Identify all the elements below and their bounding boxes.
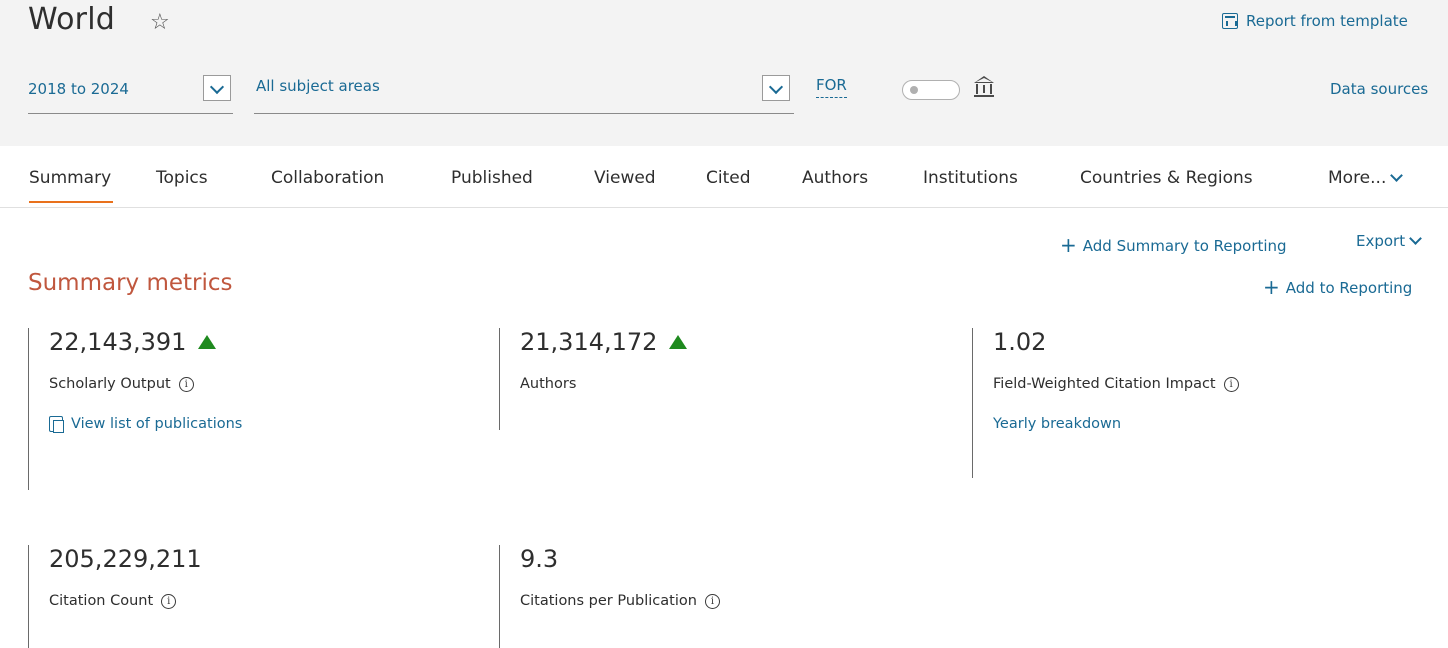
metric-label-row: Citation Count i [49, 593, 202, 609]
metric-label-row: Citations per Publication i [520, 593, 720, 609]
tab-summary[interactable]: Summary [29, 168, 114, 203]
tab-viewed[interactable]: Viewed [594, 168, 656, 188]
export-button[interactable]: Export [1356, 232, 1422, 250]
metric-label: Citations per Publication [520, 593, 697, 609]
page-title: World [28, 2, 115, 37]
metric-scholarly-output: 22,143,391 Scholarly Output i View list … [28, 328, 242, 490]
view-publications-label: View list of publications [71, 416, 243, 432]
info-icon[interactable]: i [704, 593, 720, 609]
plus-icon: + [1263, 275, 1280, 299]
metric-label-row: Field-Weighted Citation Impact i [993, 376, 1239, 392]
data-sources-link[interactable]: Data sources [1330, 80, 1428, 98]
metric-citations-per-publication: 9.3 Citations per Publication i [499, 545, 720, 648]
metric-authors: 21,314,172 Authors [499, 328, 688, 430]
info-icon[interactable]: i [1223, 376, 1239, 392]
header-panel: World ☆ Report from template 2018 to 202… [0, 0, 1448, 146]
metric-label: Citation Count [49, 593, 154, 609]
info-icon[interactable]: i [178, 376, 194, 392]
metric-value: 22,143,391 [49, 328, 187, 356]
export-label: Export [1356, 232, 1406, 250]
metric-label: Field-Weighted Citation Impact [993, 376, 1216, 392]
year-range-dropdown-chevron-icon[interactable] [203, 75, 231, 101]
metric-citation-count: 205,229,211 Citation Count i [28, 545, 202, 648]
add-summary-label: Add Summary to Reporting [1082, 237, 1287, 255]
metric-label: Authors [520, 376, 577, 392]
tab-bar: Summary Topics Collaboration Published V… [0, 146, 1448, 208]
metric-label-row: Scholarly Output i [49, 376, 242, 392]
view-publications-link[interactable]: View list of publications [49, 416, 243, 433]
metric-value-row: 22,143,391 [49, 328, 242, 356]
metric-label: Scholarly Output [49, 376, 171, 392]
metric-value: 1.02 [993, 328, 1047, 356]
metric-value: 205,229,211 [49, 545, 202, 573]
tab-more-label: More... [1328, 168, 1387, 188]
tab-collaboration[interactable]: Collaboration [271, 168, 384, 188]
favorite-star-icon[interactable]: ☆ [150, 10, 170, 35]
info-icon[interactable]: i [161, 593, 177, 609]
toggle-knob [910, 86, 918, 94]
report-from-template-label: Report from template [1246, 12, 1408, 30]
institution-icon [974, 76, 994, 98]
subject-areas-value: All subject areas [256, 77, 380, 95]
report-from-template-button[interactable]: Report from template [1222, 12, 1408, 30]
add-to-reporting-button[interactable]: + Add to Reporting [1263, 274, 1413, 299]
year-range-value: 2018 to 2024 [28, 80, 129, 98]
institution-toggle[interactable] [902, 80, 960, 100]
add-summary-to-reporting-button[interactable]: + Add Summary to Reporting [1060, 232, 1287, 257]
chevron-down-icon [1409, 232, 1422, 245]
tab-authors[interactable]: Authors [802, 168, 868, 188]
subject-areas-select[interactable]: All subject areas [254, 72, 794, 114]
yearly-breakdown-link[interactable]: Yearly breakdown [993, 416, 1239, 432]
report-template-icon [1222, 13, 1238, 29]
tab-more[interactable]: More... [1328, 168, 1404, 188]
trend-up-icon [198, 335, 217, 349]
metric-label-row: Authors [520, 376, 687, 392]
section-title: Summary metrics [28, 270, 233, 296]
metric-value-row: 21,314,172 [520, 328, 688, 356]
subject-areas-dropdown-chevron-icon[interactable] [762, 75, 790, 101]
yearly-breakdown-label: Yearly breakdown [993, 416, 1122, 432]
trend-up-icon [669, 335, 688, 349]
publications-list-icon [49, 416, 64, 433]
add-to-reporting-label: Add to Reporting [1285, 279, 1413, 297]
year-range-select[interactable]: 2018 to 2024 [28, 72, 233, 114]
tab-cited[interactable]: Cited [706, 168, 751, 188]
metric-value-row: 1.02 [993, 328, 1239, 356]
tab-institutions[interactable]: Institutions [923, 168, 1018, 188]
metric-fwci: 1.02 Field-Weighted Citation Impact i Ye… [972, 328, 1239, 478]
plus-icon: + [1060, 233, 1077, 257]
metric-value: 9.3 [520, 545, 559, 573]
for-classification-link[interactable]: FOR [816, 76, 847, 98]
chevron-down-icon [1390, 169, 1404, 182]
metric-value-row: 205,229,211 [49, 545, 202, 573]
tab-countries-regions[interactable]: Countries & Regions [1080, 168, 1253, 188]
tab-topics[interactable]: Topics [156, 168, 208, 188]
metric-value: 21,314,172 [520, 328, 658, 356]
metric-value-row: 9.3 [520, 545, 720, 573]
tab-published[interactable]: Published [451, 168, 533, 188]
